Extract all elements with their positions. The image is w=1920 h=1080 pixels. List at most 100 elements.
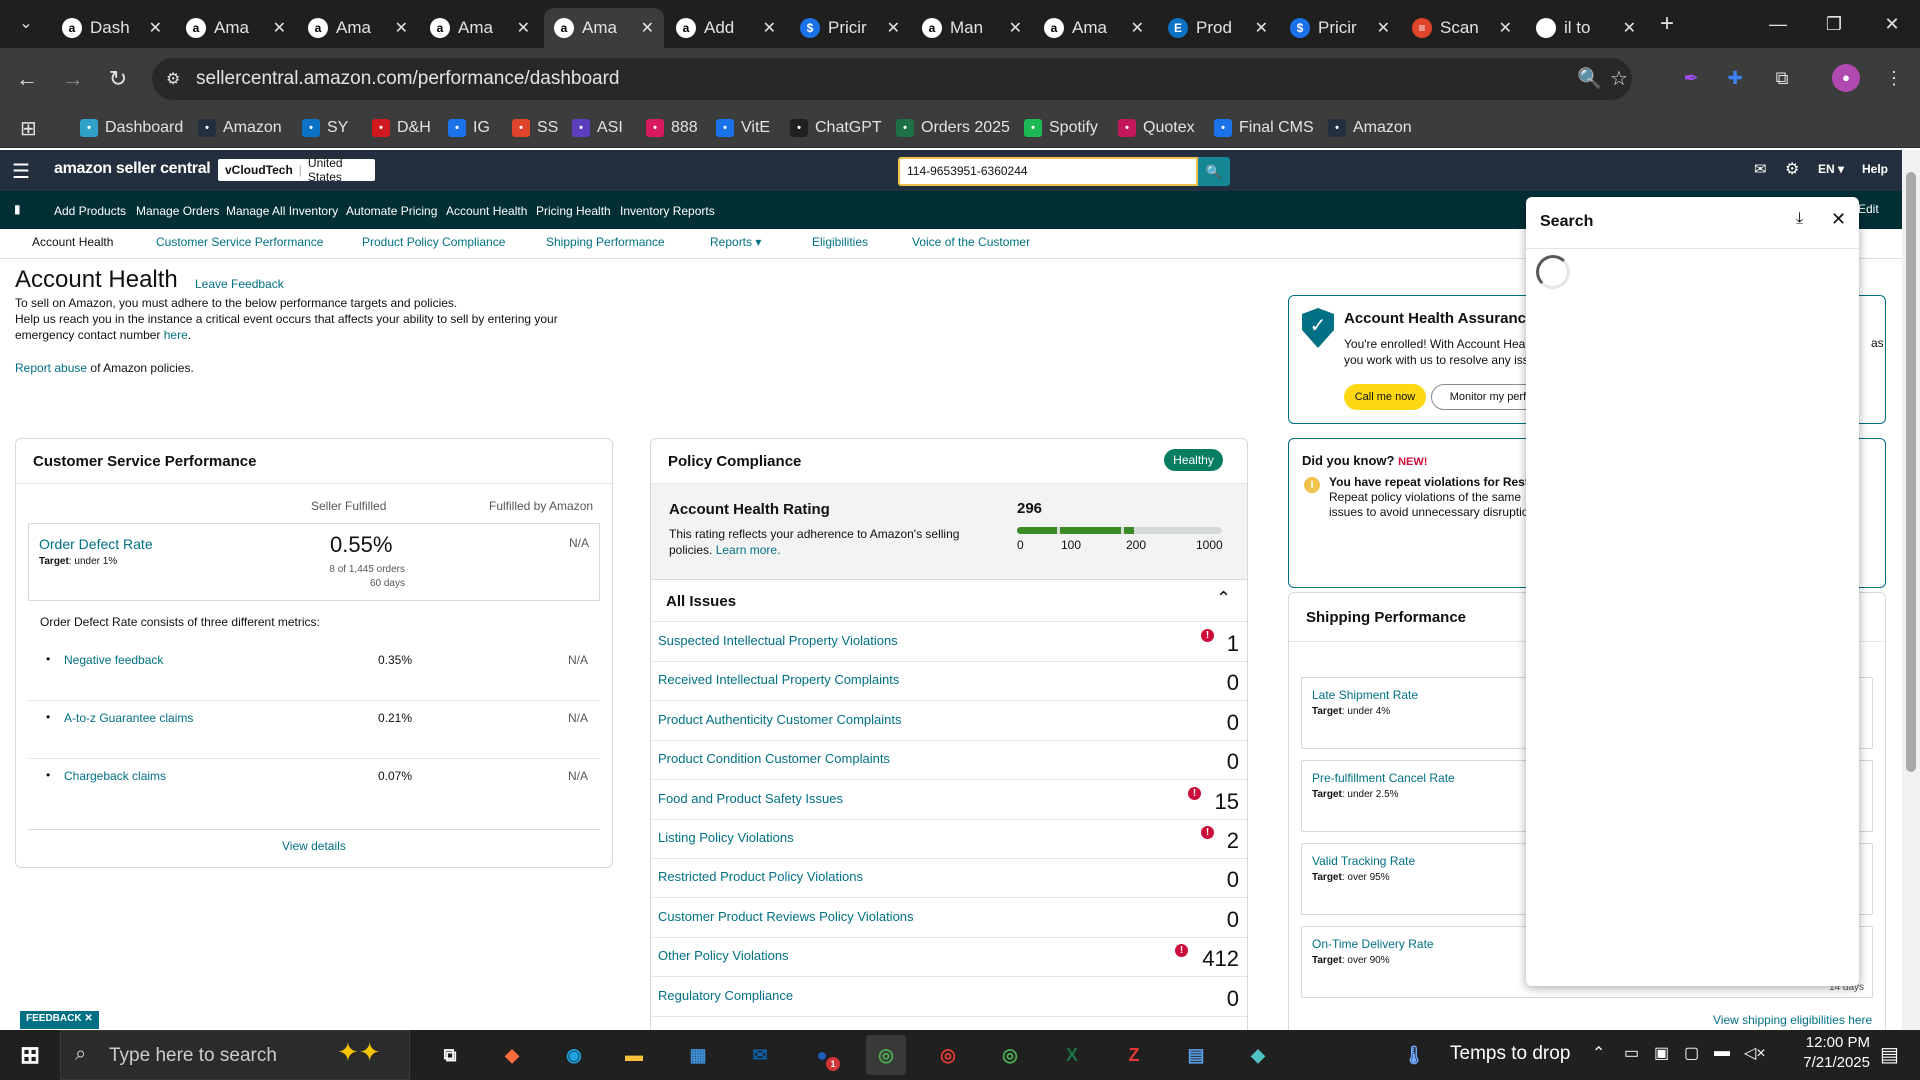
settings-gear-icon[interactable]: ⚙ [1785,159,1799,179]
bookmark-item[interactable]: • Spotify [1024,114,1098,142]
browser-tab[interactable]: a Man ✕ [912,8,1032,48]
issue-link[interactable]: Suspected Intellectual Property Violatio… [658,633,898,648]
forward-icon[interactable]: → [58,64,88,94]
issue-link[interactable]: Product Condition Customer Complaints [658,751,890,766]
weather-text[interactable]: Temps to drop [1450,1043,1570,1065]
learn-more-link[interactable]: Learn more. [716,543,781,557]
close-window-icon[interactable]: ✕ [1872,10,1912,38]
bookmark-item[interactable]: • SS [512,114,558,142]
hamburger-menu-icon[interactable]: ☰ [12,159,30,184]
seller-search-input[interactable]: 114-9653951-6360244 [898,157,1198,186]
extensions-icon[interactable]: ⧉ [1768,64,1796,92]
tray-network-icon[interactable]: ▭ [1624,1043,1639,1063]
csp-metric-link[interactable]: Chargeback claims [64,769,166,783]
browser-tab[interactable]: a Add ✕ [666,8,786,48]
scrollbar-thumb[interactable] [1906,172,1916,772]
address-bar[interactable]: ⚙ sellercentral.amazon.com/performance/d… [152,58,1632,100]
tab-close-icon[interactable]: ✕ [1131,18,1144,38]
tab-close-icon[interactable]: ✕ [1499,18,1512,38]
browser-tab[interactable]: a Ama ✕ [1034,8,1154,48]
subnav-tab[interactable]: Account Health [32,235,113,249]
bookmark-item[interactable]: • ASI [572,114,623,142]
bookmark-star-icon[interactable]: ☆ [1610,66,1628,91]
tab-close-icon[interactable]: ✕ [641,18,654,38]
browser-tab[interactable]: ≡ Scan ✕ [1402,8,1522,48]
collapse-chevron-icon[interactable]: ⌃ [1216,588,1231,609]
bookmark-item[interactable]: • Orders 2025 [896,114,1010,142]
edge-icon[interactable]: ◉ [554,1035,594,1075]
tab-close-icon[interactable]: ✕ [1009,18,1022,38]
tab-close-icon[interactable]: ✕ [763,18,776,38]
notifications-icon[interactable]: ▤ [1880,1042,1899,1067]
page-scrollbar[interactable] [1902,150,1920,1030]
bookmark-item[interactable]: • VitE [716,114,770,142]
issue-link[interactable]: Food and Product Safety Issues [658,791,843,806]
mail-icon[interactable]: ✉ [1754,160,1767,178]
call-me-now-button[interactable]: Call me now [1344,384,1426,410]
store-switcher[interactable]: vCloudTech | United States [218,156,375,184]
app-diamond-icon[interactable]: ◆ [1238,1035,1278,1075]
issue-link[interactable]: Listing Policy Violations [658,830,794,845]
profile-avatar[interactable]: ● [1832,64,1860,92]
chrome-icon-active[interactable]: ◎ [866,1035,906,1075]
issue-link[interactable]: Customer Product Reviews Policy Violatio… [658,909,914,924]
csp-metric-link[interactable]: Negative feedback [64,653,163,667]
nav-link[interactable]: Automate Pricing [346,204,437,218]
report-abuse-link[interactable]: Report abuse [15,361,87,375]
here-link[interactable]: here [164,328,188,342]
tab-close-icon[interactable]: ✕ [395,18,408,38]
bookmark-item[interactable]: • SY [302,114,348,142]
weather-thermometer-icon[interactable]: 🌡 [1402,1035,1426,1075]
tab-close-icon[interactable]: ✕ [273,18,286,38]
subnav-tab[interactable]: Voice of the Customer [912,235,1030,249]
leave-feedback-link[interactable]: Leave Feedback [195,277,284,291]
nav-edit-link[interactable]: Edit [1858,202,1879,216]
subnav-tab[interactable]: Reports ▾ [710,235,761,249]
bookmark-item[interactable]: • Amazon [198,114,282,142]
bookmark-item[interactable]: • D&H [372,114,431,142]
tab-close-icon[interactable]: ✕ [1377,18,1390,38]
filezilla-icon[interactable]: Z [1114,1035,1154,1075]
browser-tab[interactable]: a Ama ✕ [544,8,664,48]
panel-close-icon[interactable]: ✕ [1831,209,1846,230]
subnav-tab[interactable]: Customer Service Performance [156,235,323,249]
back-icon[interactable]: ← [12,64,42,94]
browser-tab[interactable]: E Prod ✕ [1158,8,1278,48]
bookmark-item[interactable]: • Final CMS [1214,114,1314,142]
panel-collapse-icon[interactable]: ⤓ [1796,210,1803,228]
browser-tab[interactable]: a Ama ✕ [298,8,418,48]
calculator-icon[interactable]: ▤ [1176,1035,1216,1075]
teams-mail-icon[interactable]: ● 1 [802,1035,842,1075]
subnav-tab[interactable]: Product Policy Compliance [362,235,505,249]
chrome-icon-2[interactable]: ◎ [928,1035,968,1075]
outlook-icon[interactable]: ✉ [740,1035,780,1075]
bookmark-item[interactable]: • IG [448,114,490,142]
excel-icon[interactable]: X [1052,1035,1092,1075]
feedback-tab[interactable]: FEEDBACK ✕ [20,1011,99,1029]
browser-tab[interactable]: a Dash ✕ [52,8,172,48]
reload-icon[interactable]: ↻ [103,64,133,94]
subnav-tab[interactable]: Eligibilities [812,235,868,249]
nav-link[interactable]: Manage All Inventory [226,204,338,218]
search-icon[interactable]: 🔍 [1198,157,1230,186]
browser-tab[interactable]: a Ama ✕ [420,8,540,48]
tab-close-icon[interactable]: ✕ [1623,18,1636,38]
shipping-metric-link[interactable]: Pre-fulfillment Cancel Rate [1312,771,1455,785]
tab-search-dropdown-icon[interactable]: ⌄ [10,10,42,38]
subnav-tab[interactable]: Shipping Performance [546,235,665,249]
bookmark-item[interactable]: • Amazon [1328,114,1412,142]
view-details-link[interactable]: View details [282,839,346,853]
restore-icon[interactable]: ❐ [1814,10,1854,38]
microsoft-store-icon[interactable]: ▦ [678,1035,718,1075]
view-shipping-eligibilities-link[interactable]: View shipping eligibilities here [1713,1013,1872,1027]
bookmark-item[interactable]: • ChatGPT [790,114,882,142]
nav-link[interactable]: Inventory Reports [620,204,715,218]
issue-link[interactable]: Received Intellectual Property Complaint… [658,672,899,687]
task-view-icon[interactable]: ⧉ [430,1035,470,1075]
nav-link[interactable]: Manage Orders [136,204,219,218]
odr-link[interactable]: Order Defect Rate [39,536,153,552]
tab-close-icon[interactable]: ✕ [149,18,162,38]
copilot-icon[interactable]: ◆ [492,1035,532,1075]
shipping-metric-link[interactable]: On-Time Delivery Rate [1312,937,1434,951]
issue-link[interactable]: Restricted Product Policy Violations [658,869,863,884]
